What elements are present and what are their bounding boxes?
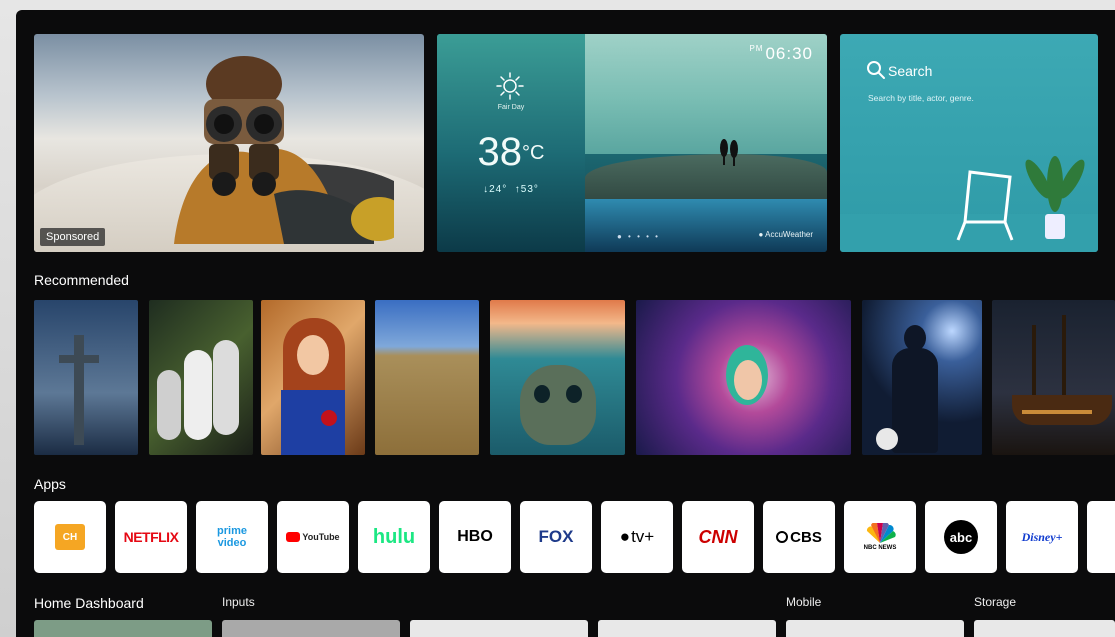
app-hbo[interactable]: HBO [439,501,511,573]
search-subtitle: Search by title, actor, genre. [868,93,974,103]
tv-home-screen: Sponsored PM 06:30 Fair Day 38°C ↓24° ↑53… [16,10,1115,637]
app-prime-video[interactable]: prime video [196,501,268,573]
weather-provider: ● AccuWeather [758,230,814,239]
home-dashboard-label: Home Dashboard [34,595,144,611]
rec-item-soccer-player[interactable] [862,300,982,455]
app-cbs[interactable]: CBS [763,501,835,573]
hero-image [174,56,394,244]
app-disney-plus[interactable]: Disney+ [1006,501,1078,573]
search-card[interactable]: Search Search by title, actor, genre. [840,34,1098,252]
dashboard-tile-input-3[interactable] [598,620,776,637]
rec-item-cross[interactable] [34,300,138,455]
rec-item-skull-island[interactable] [490,300,625,455]
app-nbc-news[interactable]: NBC NEWS [844,501,916,573]
dashboard-tile-storage[interactable] [974,620,1115,637]
app-cnn[interactable]: CNN [682,501,754,573]
search-icon [867,61,885,79]
cbs-eye-icon [776,531,789,543]
rec-item-pirate-ship[interactable] [992,300,1115,455]
sponsored-hero-card[interactable]: Sponsored [34,34,424,252]
temperature: 38°C [477,130,545,174]
app-fox[interactable]: FOX [520,501,592,573]
page-indicator: ● • • • • [617,232,660,241]
app-apple-tv[interactable]: ● tv+ [601,501,673,573]
rec-item-penguins[interactable] [149,300,253,455]
apps-heading: Apps [34,476,66,492]
app-youtube[interactable]: YouTube [277,501,349,573]
chair-icon [956,170,1014,241]
dashboard-tile-input-1[interactable] [222,620,400,637]
mobile-label: Mobile [786,595,822,609]
weather-condition: Fair Day [497,104,525,111]
sponsored-badge: Sponsored [40,228,106,246]
youtube-play-icon [286,532,301,542]
trees-icon [720,139,738,166]
inputs-label: Inputs [222,595,255,609]
weather-card[interactable]: PM 06:30 Fair Day 38°C ↓24° ↑53° ● • • • … [437,34,827,252]
rec-item-flower-woman[interactable] [636,300,851,455]
temperature-range: ↓24° ↑53° [483,184,539,195]
apple-icon: ● [619,527,631,546]
dashboard-tile-input-2[interactable] [410,620,588,637]
app-abc[interactable]: abc [925,501,997,573]
app-hulu[interactable]: hulu [358,501,430,573]
dashboard-tile-home[interactable] [34,620,212,637]
clock: PM 06:30 [749,44,813,63]
plant-icon [1025,156,1085,239]
storage-label: Storage [974,595,1017,609]
app-channels[interactable]: CH [34,501,106,573]
search-title: Search [888,63,933,79]
rec-item-redhead[interactable] [261,300,365,455]
nbc-peacock-icon [866,523,896,543]
app-netflix[interactable]: NETFLIX [115,501,187,573]
sun-icon [496,72,524,100]
recommended-heading: Recommended [34,272,129,288]
dashboard-tile-mobile[interactable] [786,620,964,637]
rec-item-wheat-field[interactable] [375,300,479,455]
app-partial-next[interactable] [1087,501,1115,573]
